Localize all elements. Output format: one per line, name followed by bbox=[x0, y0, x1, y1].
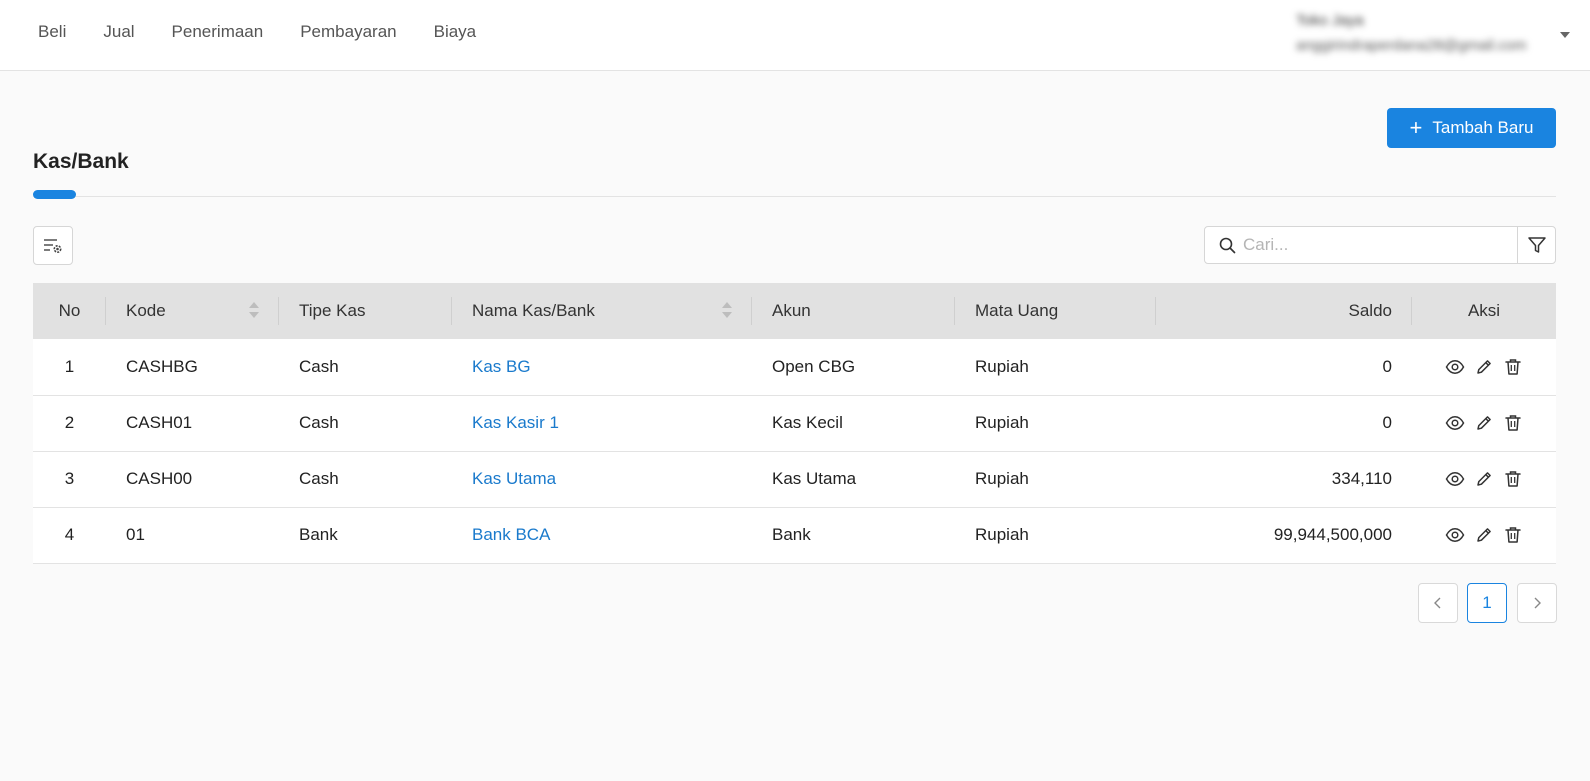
cell-nama: Kas BG bbox=[452, 339, 752, 395]
search-box bbox=[1204, 226, 1518, 264]
cell-nama: Kas Utama bbox=[452, 451, 752, 507]
prev-page-button[interactable] bbox=[1418, 583, 1458, 623]
cell-aksi bbox=[1412, 507, 1556, 563]
nav-item-jual[interactable]: Jual bbox=[103, 22, 134, 42]
cell-mata-uang: Rupiah bbox=[975, 413, 1029, 432]
search-icon bbox=[1219, 237, 1236, 254]
view-icon[interactable] bbox=[1445, 469, 1465, 489]
filter-button[interactable] bbox=[1517, 226, 1556, 264]
cell-kode: CASH00 bbox=[126, 469, 193, 488]
cell-saldo: 99,944,500,000 bbox=[1273, 525, 1392, 544]
active-tab-indicator bbox=[33, 190, 76, 199]
cell-akun: Bank bbox=[772, 525, 811, 544]
header-saldo: Saldo bbox=[1156, 283, 1412, 339]
table-header-row: No Kode Tipe Kas Nama Kas/Bank Akun Mata… bbox=[33, 283, 1556, 339]
filter-icon bbox=[1527, 237, 1546, 253]
sort-icon[interactable] bbox=[249, 302, 259, 320]
nav-item-biaya[interactable]: Biaya bbox=[434, 22, 477, 42]
header-no: No bbox=[33, 283, 106, 339]
delete-icon[interactable] bbox=[1503, 469, 1523, 489]
table-row: 3 CASH00 Cash Kas Utama Kas Utama Rupiah… bbox=[33, 451, 1556, 507]
cell-akun: Kas Utama bbox=[772, 469, 857, 488]
cell-nama: Kas Kasir 1 bbox=[452, 395, 752, 451]
cell-aksi bbox=[1412, 451, 1556, 507]
nama-link[interactable]: Kas Kasir 1 bbox=[472, 413, 559, 432]
edit-icon[interactable] bbox=[1474, 413, 1494, 433]
cell-akun: Kas Kecil bbox=[772, 413, 843, 432]
add-new-button[interactable]: + Tambah Baru bbox=[1387, 108, 1556, 148]
cell-aksi bbox=[1412, 339, 1556, 395]
header-aksi: Aksi bbox=[1467, 301, 1501, 320]
chevron-left-icon bbox=[1434, 597, 1441, 609]
table-row: 4 01 Bank Bank BCA Bank Rupiah 99,944,50… bbox=[33, 507, 1556, 563]
cell-saldo: 334,110 bbox=[1331, 469, 1392, 488]
cell-tipe-kas: Cash bbox=[299, 413, 339, 432]
cell-akun: Open CBG bbox=[772, 356, 856, 376]
view-icon[interactable] bbox=[1445, 413, 1465, 433]
top-navbar: Beli Jual Penerimaan Pembayaran Biaya To… bbox=[0, 0, 1590, 71]
sort-icon[interactable] bbox=[722, 302, 732, 320]
delete-icon[interactable] bbox=[1503, 357, 1523, 377]
header-kode-label: Kode bbox=[126, 301, 166, 320]
cell-mata-uang: Rupiah bbox=[975, 525, 1029, 544]
cell-no: 4 bbox=[64, 525, 75, 544]
user-email: anggirindraperdana28@gmail.com bbox=[1296, 37, 1527, 54]
cell-tipe-kas: Cash bbox=[299, 469, 339, 488]
nama-link[interactable]: Bank BCA bbox=[472, 525, 550, 544]
cell-mata-uang: Rupiah bbox=[975, 356, 1029, 376]
table-row: 1 CASHBG Cash Kas BG Open CBG Rupiah 0 bbox=[33, 339, 1556, 395]
chevron-down-icon[interactable] bbox=[1560, 32, 1570, 38]
cell-kode: CASHBG bbox=[126, 356, 198, 376]
table-row: 2 CASH01 Cash Kas Kasir 1 Kas Kecil Rupi… bbox=[33, 395, 1556, 451]
cell-no: 2 bbox=[64, 413, 75, 432]
header-akun: Akun bbox=[752, 283, 955, 339]
nav-item-pembayaran[interactable]: Pembayaran bbox=[300, 22, 396, 42]
header-nama[interactable]: Nama Kas/Bank bbox=[452, 283, 752, 339]
cell-nama: Bank BCA bbox=[452, 507, 752, 563]
edit-icon[interactable] bbox=[1474, 525, 1494, 545]
nama-link[interactable]: Kas BG bbox=[472, 357, 531, 376]
next-page-button[interactable] bbox=[1517, 583, 1557, 623]
user-menu[interactable]: Toko Jaya anggirindraperdana28@gmail.com bbox=[1296, 10, 1570, 62]
cell-saldo: 0 bbox=[1382, 356, 1392, 376]
user-name: Toko Jaya bbox=[1296, 12, 1364, 29]
main-menu: Beli Jual Penerimaan Pembayaran Biaya bbox=[38, 22, 513, 42]
cell-no: 3 bbox=[64, 469, 75, 488]
cell-aksi bbox=[1412, 395, 1556, 451]
delete-icon[interactable] bbox=[1503, 525, 1523, 545]
add-new-label: Tambah Baru bbox=[1432, 118, 1534, 137]
view-icon[interactable] bbox=[1445, 357, 1465, 377]
column-settings-icon bbox=[44, 238, 62, 253]
search-input[interactable] bbox=[1243, 228, 1511, 262]
header-kode[interactable]: Kode bbox=[106, 283, 279, 339]
view-icon[interactable] bbox=[1445, 525, 1465, 545]
column-settings-button[interactable] bbox=[33, 226, 73, 265]
nav-item-beli[interactable]: Beli bbox=[38, 22, 66, 42]
page-1-button[interactable]: 1 bbox=[1467, 583, 1507, 623]
cell-kode: CASH01 bbox=[126, 413, 193, 432]
nama-link[interactable]: Kas Utama bbox=[472, 469, 556, 488]
header-tipe-kas: Tipe Kas bbox=[279, 283, 452, 339]
cell-tipe-kas: Bank bbox=[299, 525, 338, 544]
plus-icon: + bbox=[1409, 115, 1423, 140]
cell-kode: 01 bbox=[126, 525, 145, 544]
nav-item-penerimaan[interactable]: Penerimaan bbox=[172, 22, 264, 42]
cell-saldo: 0 bbox=[1382, 413, 1392, 432]
cell-mata-uang: Rupiah bbox=[975, 469, 1029, 488]
edit-icon[interactable] bbox=[1474, 469, 1494, 489]
kas-bank-table: No Kode Tipe Kas Nama Kas/Bank Akun Mata… bbox=[33, 283, 1556, 564]
cell-no: 1 bbox=[64, 356, 75, 376]
page-title: Kas/Bank bbox=[33, 150, 129, 173]
cell-tipe-kas: Cash bbox=[299, 356, 339, 376]
chevron-right-icon bbox=[1534, 597, 1541, 609]
title-divider bbox=[33, 196, 1556, 197]
delete-icon[interactable] bbox=[1503, 413, 1523, 433]
header-mata-uang: Mata Uang bbox=[955, 283, 1156, 339]
header-nama-label: Nama Kas/Bank bbox=[472, 301, 595, 320]
edit-icon[interactable] bbox=[1474, 357, 1494, 377]
